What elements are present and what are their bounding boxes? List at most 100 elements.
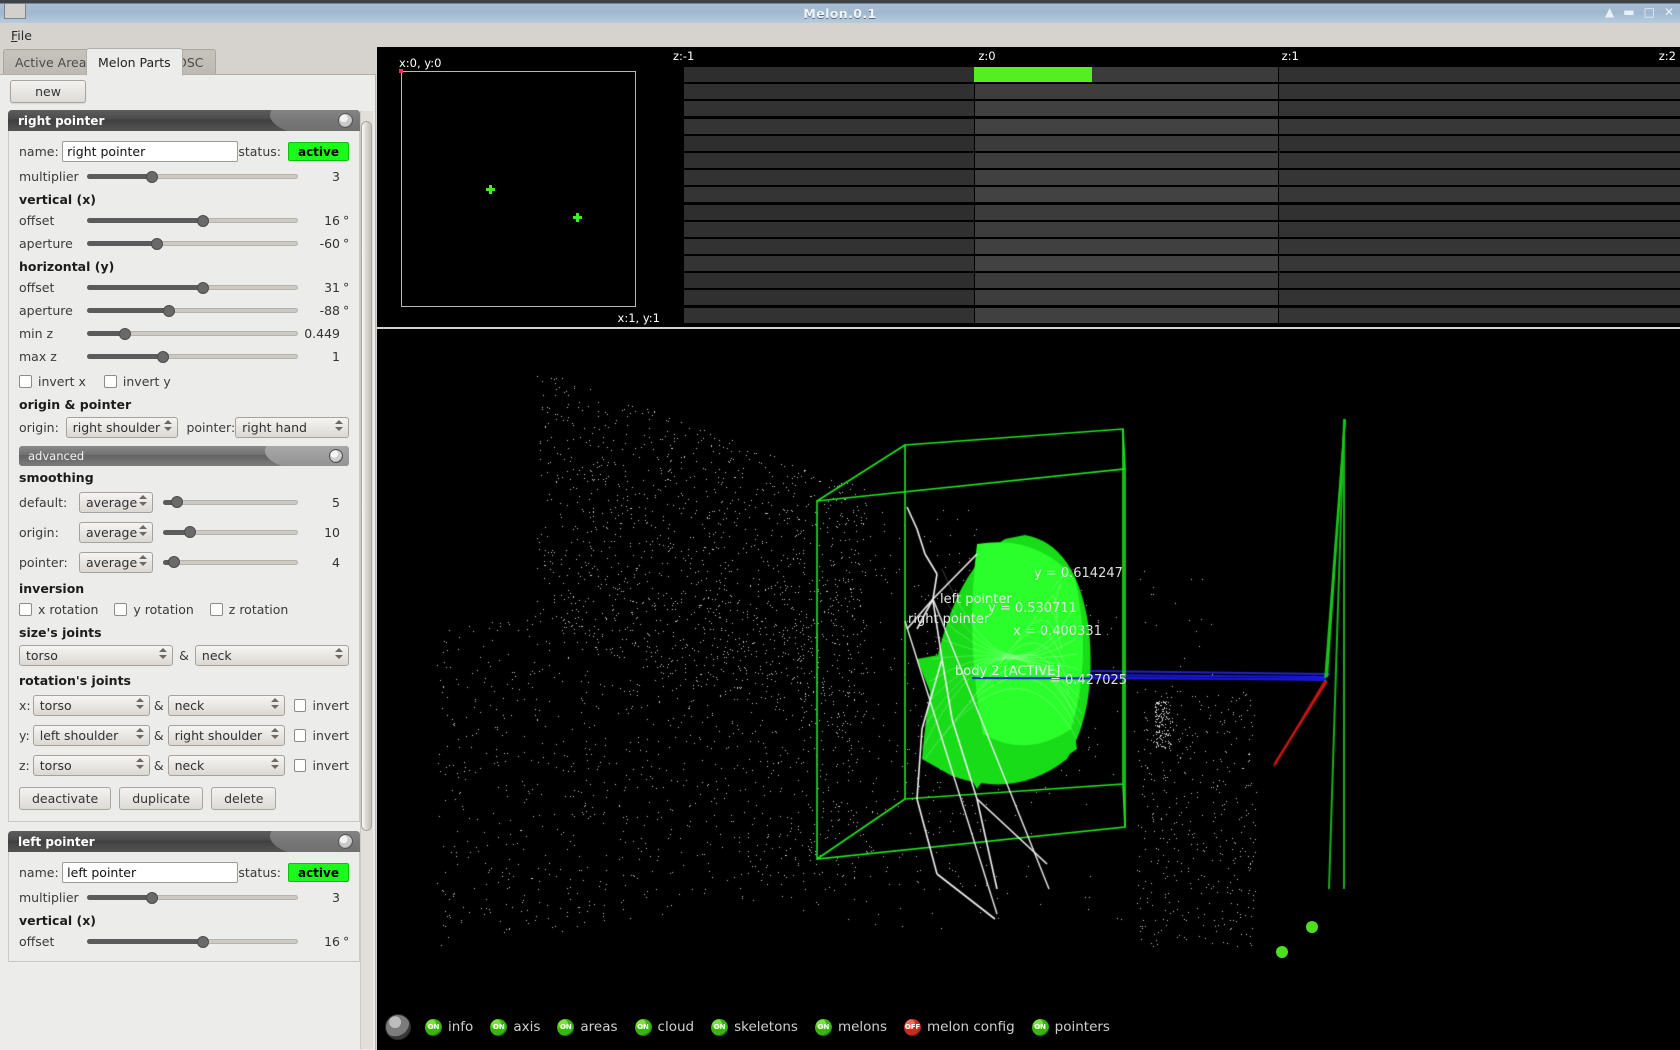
horizontal-offset-slider[interactable] xyxy=(87,279,298,297)
view-toggle-melon-config[interactable]: OFF melon config xyxy=(904,1018,1015,1036)
z-axis-divider xyxy=(974,290,976,308)
invert-y-checkbox[interactable] xyxy=(103,375,117,388)
deactivate-button[interactable]: deactivate xyxy=(19,786,112,810)
left-name-input[interactable]: left pointer xyxy=(62,862,239,883)
rotation-joint-y-b-select[interactable]: right shoulder xyxy=(167,724,285,746)
scene-3d-view[interactable]: left pointer right pointer body 2 [ACTIV… xyxy=(377,329,1680,1004)
z-depth-row[interactable] xyxy=(669,221,1680,239)
z-depth-gutter xyxy=(669,135,685,151)
smoothing-origin-select[interactable]: average xyxy=(79,521,153,543)
z-depth-row[interactable] xyxy=(669,256,1680,274)
multiplier-slider[interactable] xyxy=(87,168,298,186)
view2d-origin-marker xyxy=(399,69,403,73)
z-depth-gutter xyxy=(669,204,685,220)
horizontal-aperture-slider[interactable] xyxy=(87,302,298,320)
z-depth-row[interactable] xyxy=(669,187,1680,205)
z-depth-row[interactable] xyxy=(669,84,1680,102)
minimize-icon[interactable]: ▲ xyxy=(1605,6,1614,18)
z-depth-row[interactable] xyxy=(669,101,1680,119)
invert-y-rotation-checkbox[interactable] xyxy=(114,603,128,616)
toggle-on-icon[interactable]: ON xyxy=(1031,1018,1049,1036)
smoothing-origin-slider[interactable] xyxy=(163,523,298,541)
new-button[interactable]: new xyxy=(10,80,86,103)
view-toggle-pointers[interactable]: ON pointers xyxy=(1031,1018,1110,1036)
left-multiplier-slider[interactable] xyxy=(87,889,298,907)
rotation-joint-x-invert-checkbox[interactable] xyxy=(293,698,307,712)
view-toggle-melons[interactable]: ON melons xyxy=(814,1018,887,1036)
invert-z-rotation-label: z rotation xyxy=(228,602,289,617)
close-icon[interactable]: ✕ xyxy=(1664,6,1674,18)
rotation-joint-y-invert-checkbox[interactable] xyxy=(293,728,307,742)
advanced-subpanel-header[interactable]: advanced xyxy=(19,446,349,466)
toggle-on-icon[interactable]: ON xyxy=(425,1018,442,1036)
vertical-offset-slider[interactable] xyxy=(87,212,298,230)
panel-collapse-knob-icon[interactable] xyxy=(338,834,353,849)
z-depth-row[interactable] xyxy=(669,118,1680,136)
pointer-select[interactable]: right hand xyxy=(235,416,349,438)
view-toggle-info[interactable]: ON info xyxy=(425,1018,473,1036)
z-axis-divider xyxy=(974,238,976,257)
z-depth-row[interactable] xyxy=(669,152,1680,171)
z-depth-row[interactable] xyxy=(669,238,1680,257)
left-vertical-offset-slider[interactable] xyxy=(87,933,298,951)
size-joints-row: torso & neck xyxy=(19,642,349,669)
z-depth-row[interactable] xyxy=(669,290,1680,308)
view-toggle-axis[interactable]: ON axis xyxy=(490,1018,540,1036)
rotation-joint-z-a-select[interactable]: torso xyxy=(32,754,150,776)
invert-x-checkbox[interactable] xyxy=(19,375,32,388)
size-joint-a-select[interactable]: torso xyxy=(19,645,174,666)
view-knob-icon[interactable] xyxy=(385,1014,411,1040)
toggle-on-icon[interactable]: ON xyxy=(557,1018,575,1036)
min-z-slider[interactable] xyxy=(87,325,298,343)
toggle-on-icon[interactable]: ON xyxy=(490,1018,508,1036)
maximize-icon[interactable]: ▬ xyxy=(1623,6,1634,18)
invert-z-rotation-checkbox[interactable] xyxy=(209,603,223,616)
rotation-joint-x-b-select[interactable]: neck xyxy=(167,694,285,716)
z-depth-row[interactable] xyxy=(669,170,1680,188)
rotation-joint-z-invert-checkbox[interactable] xyxy=(293,758,307,772)
z-depth-view[interactable]: z:-1 z:0 z:1 z:2 xyxy=(669,47,1680,327)
vertical-aperture-unit: ° xyxy=(343,236,350,251)
view-toggle-cloud[interactable]: ON cloud xyxy=(634,1018,694,1036)
toggle-on-icon[interactable]: ON xyxy=(634,1018,652,1036)
view-toggle-areas[interactable]: ON areas xyxy=(557,1018,618,1036)
z-depth-row[interactable] xyxy=(669,204,1680,222)
restore-icon[interactable]: □ xyxy=(1644,6,1655,18)
smoothing-pointer-slider[interactable] xyxy=(163,553,298,571)
name-label: name: xyxy=(19,144,59,159)
toggle-on-icon[interactable]: ON xyxy=(814,1018,832,1036)
window-icon[interactable] xyxy=(4,3,26,19)
delete-button[interactable]: delete xyxy=(211,786,277,810)
duplicate-button[interactable]: duplicate xyxy=(119,786,204,810)
settings-scrollbar-thumb[interactable] xyxy=(361,121,372,831)
name-input[interactable]: right pointer xyxy=(62,141,239,162)
z-depth-row[interactable] xyxy=(669,307,1680,325)
toggle-off-icon[interactable]: OFF xyxy=(904,1018,922,1036)
menu-item-file[interactable]: FFileile xyxy=(11,28,32,43)
smoothing-pointer-select[interactable]: average xyxy=(79,551,153,573)
pointer-2d-view[interactable]: x:0, y:0 x:1, y:1 xyxy=(378,47,668,327)
z-depth-row[interactable] xyxy=(669,135,1680,153)
rotation-joint-z-b-select[interactable]: neck xyxy=(167,754,285,776)
max-z-slider[interactable] xyxy=(87,348,298,366)
z-depth-row[interactable] xyxy=(669,67,1680,85)
z-depth-rows xyxy=(669,67,1680,327)
toggle-on-icon[interactable]: ON xyxy=(711,1018,729,1036)
rotation-joint-x-a-select[interactable]: torso xyxy=(32,694,150,716)
z-axis-divider xyxy=(974,101,976,119)
panel-right-pointer-header[interactable]: right pointer xyxy=(8,110,360,131)
smoothing-default-select[interactable]: average xyxy=(79,491,153,513)
tab-melon-parts[interactable]: Melon Parts xyxy=(86,48,183,76)
invert-x-rotation-checkbox[interactable] xyxy=(19,603,32,616)
rotation-joint-y-a-select[interactable]: left shoulder xyxy=(32,724,150,746)
z-depth-row[interactable] xyxy=(669,273,1680,291)
tab-active-area[interactable]: Active Area xyxy=(3,49,99,75)
panel-collapse-knob-icon[interactable] xyxy=(338,113,353,128)
view-toggle-skeletons[interactable]: ON skeletons xyxy=(711,1018,798,1036)
advanced-collapse-knob-icon[interactable] xyxy=(329,448,343,463)
origin-select[interactable]: right shoulder xyxy=(65,416,179,438)
vertical-aperture-slider[interactable] xyxy=(87,235,298,253)
panel-left-pointer-header[interactable]: left pointer xyxy=(8,831,360,852)
smoothing-default-slider[interactable] xyxy=(163,493,298,511)
size-joint-b-select[interactable]: neck xyxy=(194,645,349,666)
